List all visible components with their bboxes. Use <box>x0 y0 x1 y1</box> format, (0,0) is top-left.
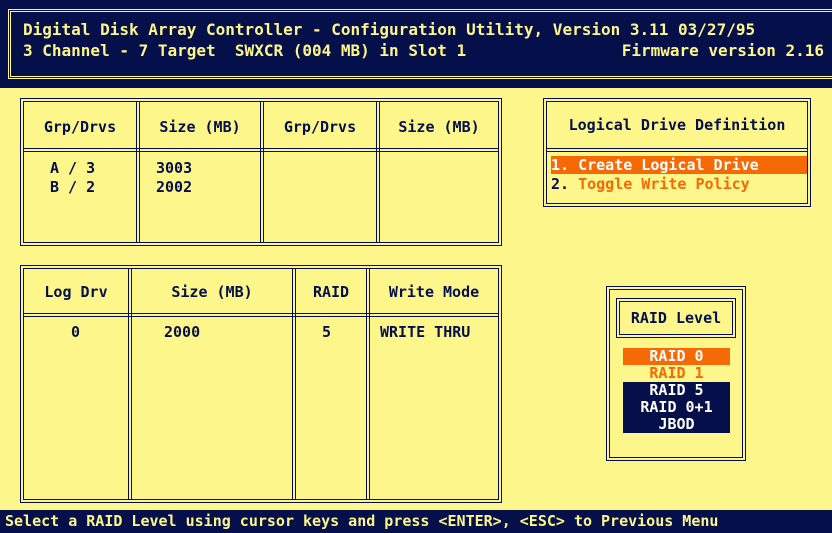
col-header-size: Size (MB) <box>171 283 253 301</box>
menu-item-number: 2. <box>551 175 570 193</box>
col-header-grp-drvs-1: Grp/Drvs <box>43 118 117 136</box>
menu-item-number: 1. <box>551 156 570 174</box>
logical-drive-table: Log Drv Size (MB) RAID Write Mode 0 2000… <box>20 265 502 503</box>
app-title: Digital Disk Array Controller - Configur… <box>23 20 756 39</box>
logical-drive-number: 0 <box>71 323 81 341</box>
column-divider <box>128 269 132 499</box>
menu-item-toggle-write-policy[interactable]: 2. Toggle Write Policy <box>551 175 750 193</box>
drive-group-label: A / 3 <box>50 159 96 177</box>
status-bar: Select a RAID Level using cursor keys an… <box>0 510 832 533</box>
drive-group-size: 2002 <box>156 178 193 196</box>
menu-title: Logical Drive Definition <box>547 102 807 152</box>
raid-level-list: RAID 0 RAID 1 RAID 5 RAID 0+1 JBOD <box>623 348 730 433</box>
header-divider <box>24 148 498 152</box>
col-header-write-mode: Write Mode <box>388 283 480 301</box>
drive-group-size: 3003 <box>156 159 193 177</box>
header-divider <box>24 313 498 317</box>
menu-item-create-logical-drive[interactable]: 1. Create Logical Drive <box>551 156 807 174</box>
logical-drive-write-mode: WRITE THRU <box>380 323 471 341</box>
column-divider <box>366 269 370 499</box>
raid-level-popup: RAID Level RAID 0 RAID 1 RAID 5 RAID 0+1… <box>606 286 746 461</box>
raid-option-0[interactable]: RAID 0 <box>623 348 730 365</box>
logical-drive-definition-menu: Logical Drive Definition 1. Create Logic… <box>543 98 811 207</box>
col-header-log-drv: Log Drv <box>44 283 108 301</box>
col-header-size-1: Size (MB) <box>159 118 241 136</box>
col-header-grp-drvs-2: Grp/Drvs <box>283 118 357 136</box>
col-header-raid: RAID <box>312 283 350 301</box>
logical-drive-size: 2000 <box>164 323 201 341</box>
raid-option-5[interactable]: RAID 5 <box>623 382 730 399</box>
menu-item-label: Toggle Write Policy <box>569 175 750 193</box>
title-bar: Digital Disk Array Controller - Configur… <box>0 0 832 88</box>
firmware-version: Firmware version 2.16 <box>621 41 824 60</box>
raid-option-0-plus-1[interactable]: RAID 0+1 <box>623 399 730 416</box>
logical-drive-raid: 5 <box>322 323 332 341</box>
drive-group-label: B / 2 <box>50 178 96 196</box>
raid-level-title: RAID Level <box>616 298 736 338</box>
col-header-size-2: Size (MB) <box>398 118 480 136</box>
raid-option-1[interactable]: RAID 1 <box>623 365 730 382</box>
raid-option-jbod[interactable]: JBOD <box>623 416 730 433</box>
menu-item-label: Create Logical Drive <box>569 156 759 174</box>
drive-group-table: Grp/Drvs Size (MB) Grp/Drvs Size (MB) A … <box>20 98 502 246</box>
column-divider <box>292 269 296 499</box>
title-box: Digital Disk Array Controller - Configur… <box>8 9 832 79</box>
